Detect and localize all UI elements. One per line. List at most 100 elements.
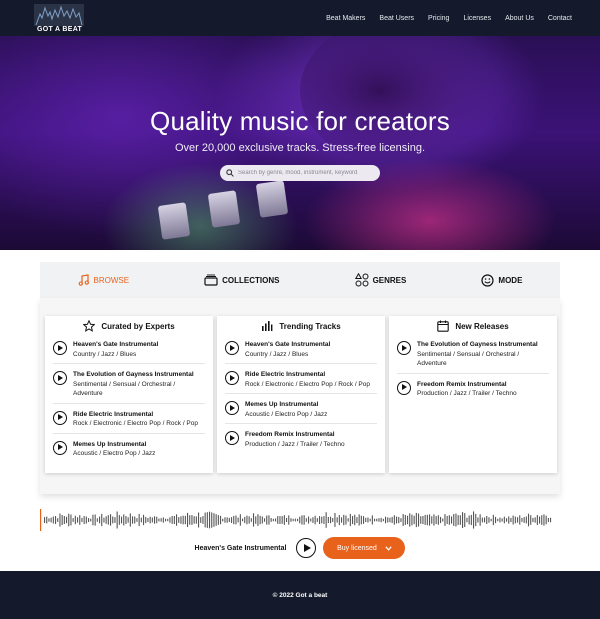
- play-icon[interactable]: [53, 440, 67, 455]
- list-item[interactable]: Freedom Remix Instrumental Production / …: [397, 374, 549, 403]
- list-item[interactable]: The Evolution of Gayness Instrumental Se…: [397, 334, 549, 374]
- play-icon[interactable]: [53, 371, 67, 385]
- track-tags: Sentimental / Sensual / Orchestral / Adv…: [417, 350, 520, 368]
- waveform-bar: [365, 517, 367, 523]
- tab-mode[interactable]: MODE: [481, 273, 523, 287]
- waveform-bar: [345, 515, 347, 525]
- nav-link-beat-makers[interactable]: Beat Makers: [326, 15, 365, 22]
- waveform-bar: [396, 516, 398, 524]
- play-icon[interactable]: [225, 371, 239, 385]
- nav-link-beat-users[interactable]: Beat Users: [379, 15, 414, 22]
- play-button[interactable]: [296, 538, 317, 558]
- list-item[interactable]: Ride Electric Instrumental Rock / Electr…: [225, 364, 377, 394]
- waveform-bar: [512, 515, 514, 525]
- list-item[interactable]: Memes Up Instrumental Acoustic / Electro…: [53, 434, 205, 463]
- play-icon[interactable]: [397, 380, 411, 395]
- list-item[interactable]: The Evolution of Gayness Instrumental Se…: [53, 364, 205, 404]
- nav-link-pricing[interactable]: Pricing: [428, 15, 449, 22]
- waveform-bar: [110, 514, 112, 526]
- list-item[interactable]: Heaven's Gate Instrumental Country / Jaz…: [225, 334, 377, 364]
- play-icon[interactable]: [53, 341, 67, 355]
- play-icon[interactable]: [53, 410, 67, 425]
- waveform-bar: [316, 518, 318, 522]
- list-item[interactable]: Heaven's Gate Instrumental Country / Jaz…: [53, 334, 205, 364]
- waveform-bar: [479, 514, 481, 526]
- playhead-cursor[interactable]: [40, 509, 42, 531]
- search-icon: [226, 169, 234, 177]
- waveform-bar: [90, 518, 92, 522]
- waveform-bar: [209, 511, 211, 529]
- card-title: Curated by Experts: [101, 321, 175, 331]
- list-item[interactable]: Ride Electric Instrumental Rock / Electr…: [53, 404, 205, 434]
- waveform-bar: [464, 513, 466, 527]
- waveform-bar: [44, 517, 46, 523]
- waveform-bar: [398, 516, 400, 524]
- play-icon[interactable]: [225, 341, 239, 355]
- hero-banner: Quality music for creators Over 20,000 e…: [0, 36, 600, 250]
- waveform-bar: [444, 514, 446, 526]
- waveform-bar: [336, 517, 338, 523]
- nav-link-contact[interactable]: Contact: [548, 15, 572, 22]
- search-bar[interactable]: [220, 165, 380, 181]
- waveform-bar: [72, 518, 74, 522]
- waveform-bar: [321, 516, 323, 524]
- tab-mode-label: MODE: [498, 275, 523, 285]
- waveform-bar: [151, 517, 153, 523]
- tab-collections[interactable]: COLLECTIONS: [204, 274, 280, 286]
- waveform-bar: [534, 517, 536, 523]
- waveform-bar: [204, 512, 206, 528]
- waveform-bar: [508, 516, 510, 524]
- waveform-bar: [420, 516, 422, 524]
- list-item[interactable]: Freedom Remix Instrumental Production / …: [225, 424, 377, 453]
- star-icon: [83, 320, 96, 332]
- waveform-bar: [70, 514, 72, 526]
- waveform-bar: [503, 516, 505, 524]
- waveform-bar: [374, 518, 376, 522]
- waveform-bar: [127, 517, 129, 523]
- nav-link-about-us[interactable]: About Us: [505, 15, 534, 22]
- play-icon[interactable]: [225, 401, 239, 415]
- waveform-bar: [121, 516, 123, 524]
- logo[interactable]: GOT A BEAT: [34, 2, 86, 34]
- waveform-bar: [132, 516, 134, 524]
- waveform-bar: [52, 516, 54, 524]
- waveform-bar: [171, 516, 173, 524]
- waveform-bar: [400, 518, 402, 522]
- waveform-bar: [105, 516, 107, 524]
- waveform-bar: [499, 517, 501, 523]
- waveform-bar: [264, 518, 266, 522]
- track-tags: Rock / Electronic / Electro Pop / Rock /…: [245, 380, 370, 388]
- nav-link-licenses[interactable]: Licenses: [463, 15, 491, 22]
- waveform-bar: [448, 515, 450, 525]
- waveform-bar: [275, 518, 277, 522]
- waveform-bar: [415, 512, 417, 528]
- tab-genres[interactable]: GENRES: [354, 273, 406, 287]
- waveform-bar: [255, 516, 257, 524]
- list-item[interactable]: Memes Up Instrumental Acoustic / Electro…: [225, 394, 377, 424]
- waveform-bar: [116, 511, 118, 529]
- waveform-bar: [257, 514, 259, 526]
- waveform-bar: [517, 517, 519, 523]
- play-icon[interactable]: [225, 431, 239, 445]
- waveform-bar: [468, 515, 470, 525]
- tab-browse[interactable]: BROWSE: [78, 274, 129, 286]
- waveform-bar: [50, 517, 52, 523]
- waveform-seekbar[interactable]: [40, 508, 560, 532]
- waveform-bar: [68, 513, 70, 527]
- waveform-bar: [457, 515, 459, 525]
- waveform-bar: [283, 515, 285, 525]
- waveform-bar: [371, 515, 373, 525]
- search-input[interactable]: [238, 170, 378, 176]
- waveform-bar: [79, 515, 81, 525]
- nav-links: Beat Makers Beat Users Pricing Licenses …: [326, 15, 572, 22]
- waveform-bar: [440, 516, 442, 524]
- waveform-bar: [477, 517, 479, 523]
- buy-licensed-button[interactable]: Buy licensed: [323, 537, 406, 559]
- waveform-bar: [268, 515, 270, 525]
- waveform-bar: [292, 518, 294, 522]
- waveform-bar: [523, 517, 525, 523]
- play-icon[interactable]: [397, 341, 411, 355]
- waveform-bar: [550, 517, 552, 523]
- waveform-bar: [510, 517, 512, 523]
- waveform-bar: [418, 513, 420, 527]
